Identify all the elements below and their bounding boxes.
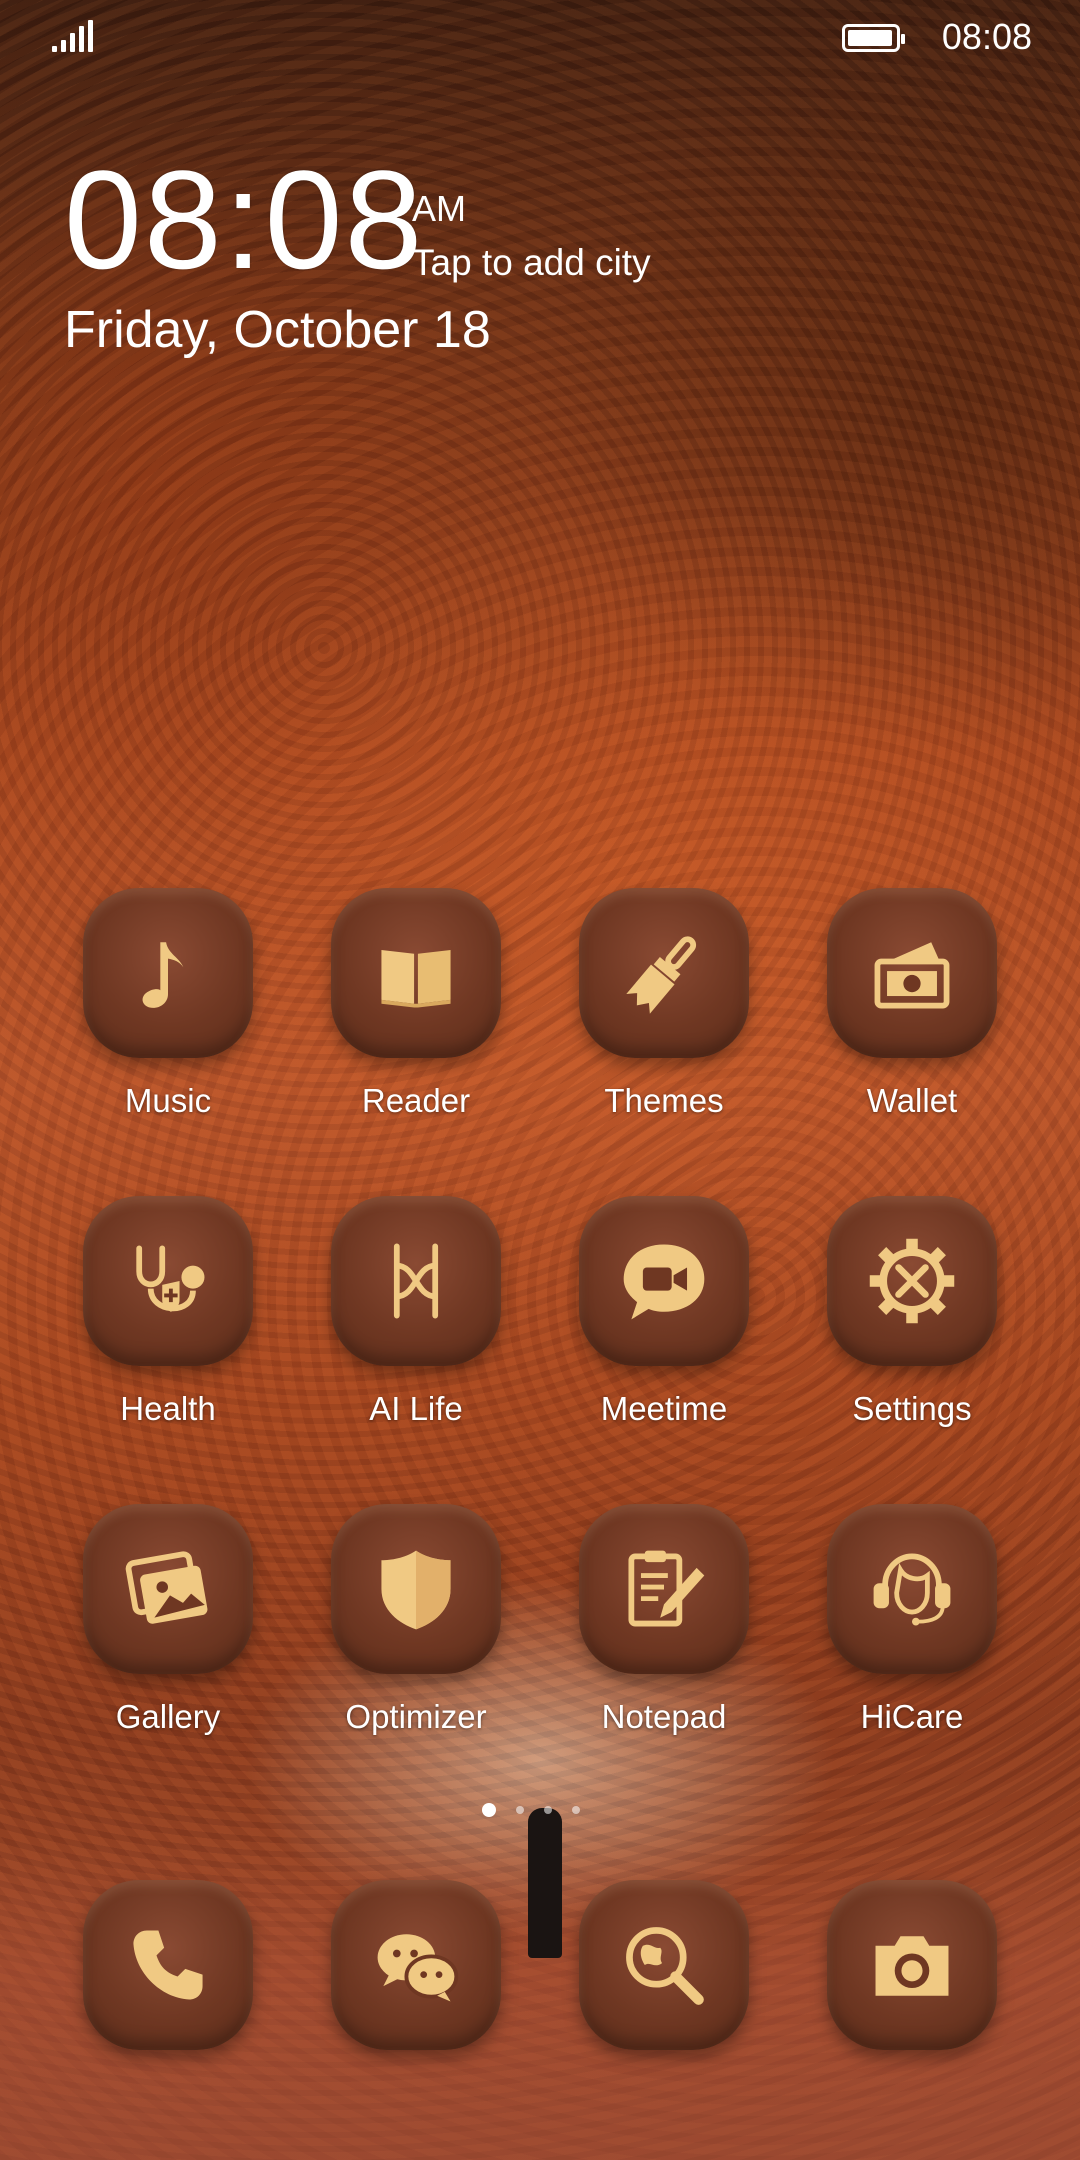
browser-icon-button[interactable]	[579, 1880, 749, 2050]
ai-life-icon-button[interactable]	[331, 1196, 501, 1366]
app-wallet[interactable]: Wallet	[812, 888, 1012, 1120]
signal-strength-icon	[52, 20, 93, 52]
page-indicator[interactable]	[482, 1803, 580, 1817]
app-gallery[interactable]: Gallery	[68, 1504, 268, 1736]
video-chat-icon	[623, 1244, 705, 1320]
app-label: AI Life	[369, 1390, 463, 1427]
app-meetime[interactable]: Meetime	[564, 1196, 764, 1428]
dock-phone[interactable]	[68, 1880, 268, 2050]
page-dot	[544, 1806, 552, 1814]
notepad-icon-button[interactable]	[579, 1504, 749, 1674]
app-label: Meetime	[600, 1390, 728, 1427]
clock-date: Friday, October 18	[64, 301, 491, 359]
app-health[interactable]: Health	[68, 1196, 268, 1428]
phone-icon-button[interactable]	[83, 1880, 253, 2050]
reader-icon-button[interactable]	[331, 888, 501, 1058]
book-icon	[381, 949, 451, 1008]
app-label: Gallery	[115, 1698, 221, 1735]
globe-search-icon	[626, 1927, 704, 2005]
app-music[interactable]: Music	[68, 888, 268, 1120]
gallery-icon-button[interactable]	[83, 1504, 253, 1674]
headset-icon	[873, 1553, 951, 1626]
page-dot	[516, 1806, 524, 1814]
camera-icon	[875, 1936, 949, 1996]
shield-icon	[381, 1550, 451, 1630]
clipboard-pencil-icon	[628, 1550, 705, 1627]
app-label: HiCare	[860, 1698, 964, 1735]
app-themes[interactable]: Themes	[564, 888, 764, 1120]
dock-browser[interactable]	[564, 1880, 764, 2050]
app-settings[interactable]: Settings	[812, 1196, 1012, 1428]
status-bar: 08:08	[0, 0, 1080, 72]
app-hicare[interactable]: HiCare	[812, 1504, 1012, 1736]
status-time: 08:08	[941, 16, 1032, 57]
optimizer-icon-button[interactable]	[331, 1504, 501, 1674]
app-label: Settings	[852, 1390, 972, 1427]
app-ai-life[interactable]: AI Life	[316, 1196, 516, 1428]
app-label: Music	[124, 1082, 212, 1119]
phone-icon	[133, 1930, 203, 2000]
battery-icon	[842, 24, 905, 52]
clock-time[interactable]: 08:08	[64, 150, 424, 290]
app-label: Wallet	[866, 1082, 958, 1119]
stethoscope-icon	[136, 1245, 205, 1312]
page-dot	[572, 1806, 580, 1814]
wallet-icon	[874, 942, 950, 1009]
photos-icon	[125, 1551, 208, 1624]
dock-camera[interactable]	[812, 1880, 1012, 2050]
music-icon-button[interactable]	[83, 888, 253, 1058]
chat-bubbles-icon	[377, 1934, 459, 2002]
camera-icon-button[interactable]	[827, 1880, 997, 2050]
app-optimizer[interactable]: Optimizer	[316, 1504, 516, 1736]
dock-messaging[interactable]	[316, 1880, 516, 2050]
gear-tools-icon	[869, 1238, 955, 1324]
ai-life-icon	[393, 1243, 439, 1319]
clock-ampm: AM	[412, 188, 466, 229]
app-label: Health	[120, 1390, 216, 1427]
settings-icon-button[interactable]	[827, 1196, 997, 1366]
app-label: Reader	[361, 1082, 471, 1119]
music-note-icon	[142, 942, 184, 1008]
app-notepad[interactable]: Notepad	[564, 1504, 764, 1736]
app-label: Notepad	[601, 1698, 727, 1735]
app-reader[interactable]: Reader	[316, 888, 516, 1120]
wallet-icon-button[interactable]	[827, 888, 997, 1058]
meetime-icon-button[interactable]	[579, 1196, 749, 1366]
health-icon-button[interactable]	[83, 1196, 253, 1366]
themes-icon-button[interactable]	[579, 888, 749, 1058]
hicare-icon-button[interactable]	[827, 1504, 997, 1674]
paintbrush-icon	[626, 936, 697, 1014]
battery-level-fill	[848, 30, 892, 46]
app-label: Themes	[604, 1082, 724, 1119]
add-city-prompt[interactable]: Tap to add city	[412, 242, 651, 284]
messaging-icon-button[interactable]	[331, 1880, 501, 2050]
page-dot	[482, 1803, 496, 1817]
app-label: Optimizer	[345, 1698, 487, 1735]
wallpaper-person-silhouette	[528, 1808, 562, 1958]
